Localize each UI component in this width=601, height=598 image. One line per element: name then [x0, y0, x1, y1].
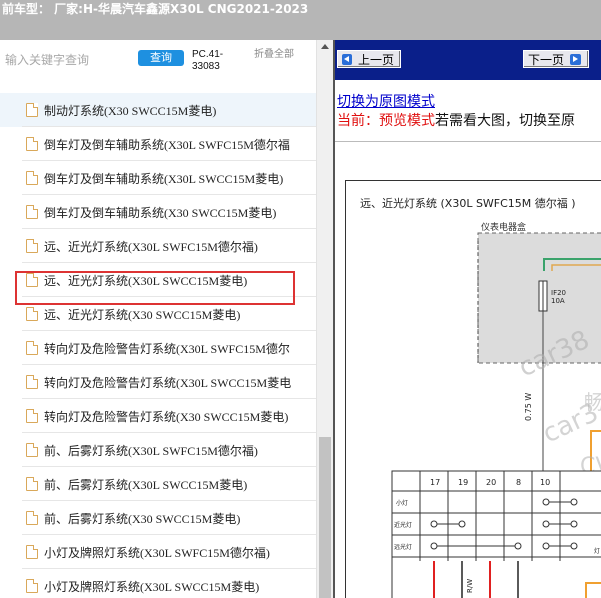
document-icon [26, 375, 38, 389]
wire-label: 0.75 W [524, 393, 533, 421]
list-item-label: 远、近光灯系统(X30L SWFC15M德尔福) [44, 239, 258, 254]
document-icon [26, 545, 38, 559]
row-label: 远光灯 [394, 543, 412, 551]
next-page-button[interactable]: 下一页 [523, 50, 589, 68]
top-bar: 前车型： 厂家:H-华晨汽车鑫源X30L CNG2021-2023 [0, 0, 601, 40]
diagram-list: 制动灯系统(X30 SWCC15M菱电) 倒车灯及倒车辅助系统(X30L SWFC… [0, 93, 316, 598]
list-scrollbar[interactable] [316, 40, 333, 598]
prev-page-label: 上一页 [357, 52, 394, 67]
contact [430, 542, 438, 550]
watermark-char: 畅 [584, 390, 601, 414]
document-icon [26, 103, 38, 117]
list-item[interactable]: 远、近光灯系统(X30 SWCC15M菱电) [0, 297, 316, 331]
list-item[interactable]: 远、近光灯系统(X30L SWFC15M德尔福) [0, 229, 316, 263]
document-icon [26, 273, 38, 287]
list-item[interactable]: 转向灯及危险警告灯系统(X30L SWFC15M德尔 [0, 331, 316, 365]
contact [542, 498, 550, 506]
list-item-label: 倒车灯及倒车辅助系统(X30 SWCC15M菱电) [44, 205, 277, 220]
current-prefix: 当前： [337, 113, 379, 129]
list-item-label: 转向灯及危险警告灯系统(X30L SWFC15M德尔 [44, 341, 290, 356]
document-icon [26, 239, 38, 253]
list-item-label: 转向灯及危险警告灯系统(X30L SWCC15M菱电 [44, 375, 292, 390]
contact [570, 498, 578, 506]
wire-label-bottom: R/W [466, 579, 474, 593]
document-icon [26, 171, 38, 185]
search-input[interactable] [5, 50, 129, 70]
document-icon [26, 205, 38, 219]
document-icon [26, 511, 38, 525]
arrow-left-icon [342, 53, 352, 65]
document-icon [26, 341, 38, 355]
list-item-label: 小灯及牌照灯系统(X30L SWCC15M菱电) [44, 579, 260, 594]
left-panel: 查询 PC.41-33083 折叠全部 制动灯系统(X30 SWCC15M菱电)… [0, 40, 333, 598]
current-hint: 若需看大图，切换至原 [435, 113, 575, 129]
wiring-diagram-svg: 仪表电器盒 IF20 10A 0.75 W car38 car3 畅 CV [391, 221, 601, 598]
switch-original-link[interactable]: 切换为原图模式 [337, 91, 435, 111]
list-item[interactable]: 小灯及牌照灯系统(X30L SWCC15M菱电) [0, 569, 316, 598]
document-icon [26, 477, 38, 491]
fuse-rating: 10A [551, 297, 565, 305]
doc-code: PC.41-33083 [192, 49, 224, 72]
query-button[interactable]: 查询 [138, 50, 184, 66]
list-item[interactable]: 转向灯及危险警告灯系统(X30L SWCC15M菱电 [0, 365, 316, 399]
fuse-label: IF20 [551, 289, 566, 297]
preview-panel: 上一页 下一页 切换为原图模式 当前：预览模式若需看大图，切换至原 远、近光灯系… [333, 40, 601, 598]
vehicle-title: 前车型： 厂家:H-华晨汽车鑫源X30L CNG2021-2023 [2, 2, 309, 16]
list-item-label: 转向灯及危险警告灯系统(X30 SWCC15M菱电) [44, 409, 289, 424]
page-nav-bar: 上一页 下一页 [335, 40, 601, 80]
document-icon [26, 307, 38, 321]
contact [514, 542, 522, 550]
collapse-all-button[interactable]: 折叠全部 [254, 49, 298, 60]
dash-box-label: 仪表电器盒 [481, 221, 526, 233]
table-header: 8 [516, 478, 521, 487]
scroll-up-icon[interactable] [321, 44, 329, 49]
list-item-label: 远、近光灯系统(X30L SWCC15M菱电) [44, 273, 248, 288]
list-item-label: 前、后雾灯系统(X30L SWCC15M菱电) [44, 477, 248, 492]
list-item[interactable]: 前、后雾灯系统(X30 SWCC15M菱电) [0, 501, 316, 535]
list-item[interactable]: 小灯及牌照灯系统(X30L SWFC15M德尔福) [0, 535, 316, 569]
contact [570, 520, 578, 528]
list-item-label: 前、后雾灯系统(X30L SWFC15M德尔福) [44, 443, 258, 458]
switch-table: 17 19 20 8 10 小灯 近光灯 远光灯 灯 [391, 470, 601, 598]
list-item-label: 制动灯系统(X30 SWCC15M菱电) [44, 103, 217, 118]
list-item-label: 远、近光灯系统(X30 SWCC15M菱电) [44, 307, 241, 322]
document-icon [26, 443, 38, 457]
wiring-diagram[interactable]: 远、近光灯系统 (X30L SWFC15M 德尔福 ) 仪表电器盒 IF20 1… [345, 180, 601, 598]
list-item[interactable]: 前、后雾灯系统(X30L SWFC15M德尔福) [0, 433, 316, 467]
table-header: 10 [540, 478, 550, 487]
list-item[interactable]: 制动灯系统(X30 SWCC15M菱电) [0, 93, 316, 127]
search-bar: 查询 PC.41-33083 折叠全部 [0, 40, 316, 80]
arrow-right-icon [570, 53, 582, 65]
contact [458, 520, 466, 528]
row-label: 近光灯 [394, 521, 412, 529]
divider [335, 141, 601, 142]
row-label: 小灯 [396, 499, 408, 507]
list-item[interactable]: 倒车灯及倒车辅助系统(X30L SWCC15M菱电) [0, 161, 316, 195]
contact [542, 520, 550, 528]
document-icon [26, 409, 38, 423]
document-icon [26, 579, 38, 593]
table-header: 20 [486, 478, 496, 487]
list-item-label: 小灯及牌照灯系统(X30L SWFC15M德尔福) [44, 545, 270, 560]
list-item[interactable]: 倒车灯及倒车辅助系统(X30L SWFC15M德尔福 [0, 127, 316, 161]
current-mode-line: 当前：预览模式若需看大图，切换至原 [337, 110, 575, 130]
table-header: 19 [458, 478, 468, 487]
contact [542, 542, 550, 550]
prev-page-button[interactable]: 上一页 [337, 50, 401, 68]
current-mode: 预览模式 [379, 113, 435, 129]
side-text: 灯 [594, 547, 600, 555]
scroll-thumb[interactable] [319, 437, 331, 598]
list-item[interactable]: 远、近光灯系统(X30L SWCC15M菱电) [0, 263, 316, 297]
list-item-label: 前、后雾灯系统(X30 SWCC15M菱电) [44, 511, 241, 526]
list-item[interactable]: 倒车灯及倒车辅助系统(X30 SWCC15M菱电) [0, 195, 316, 229]
contact [430, 520, 438, 528]
list-item[interactable]: 转向灯及危险警告灯系统(X30 SWCC15M菱电) [0, 399, 316, 433]
next-page-label: 下一页 [528, 52, 565, 67]
document-icon [26, 137, 38, 151]
list-item[interactable]: 前、后雾灯系统(X30L SWCC15M菱电) [0, 467, 316, 501]
contact [570, 542, 578, 550]
list-item-label: 倒车灯及倒车辅助系统(X30L SWFC15M德尔福 [44, 137, 290, 152]
table-header: 17 [430, 478, 440, 487]
list-item-label: 倒车灯及倒车辅助系统(X30L SWCC15M菱电) [44, 171, 284, 186]
